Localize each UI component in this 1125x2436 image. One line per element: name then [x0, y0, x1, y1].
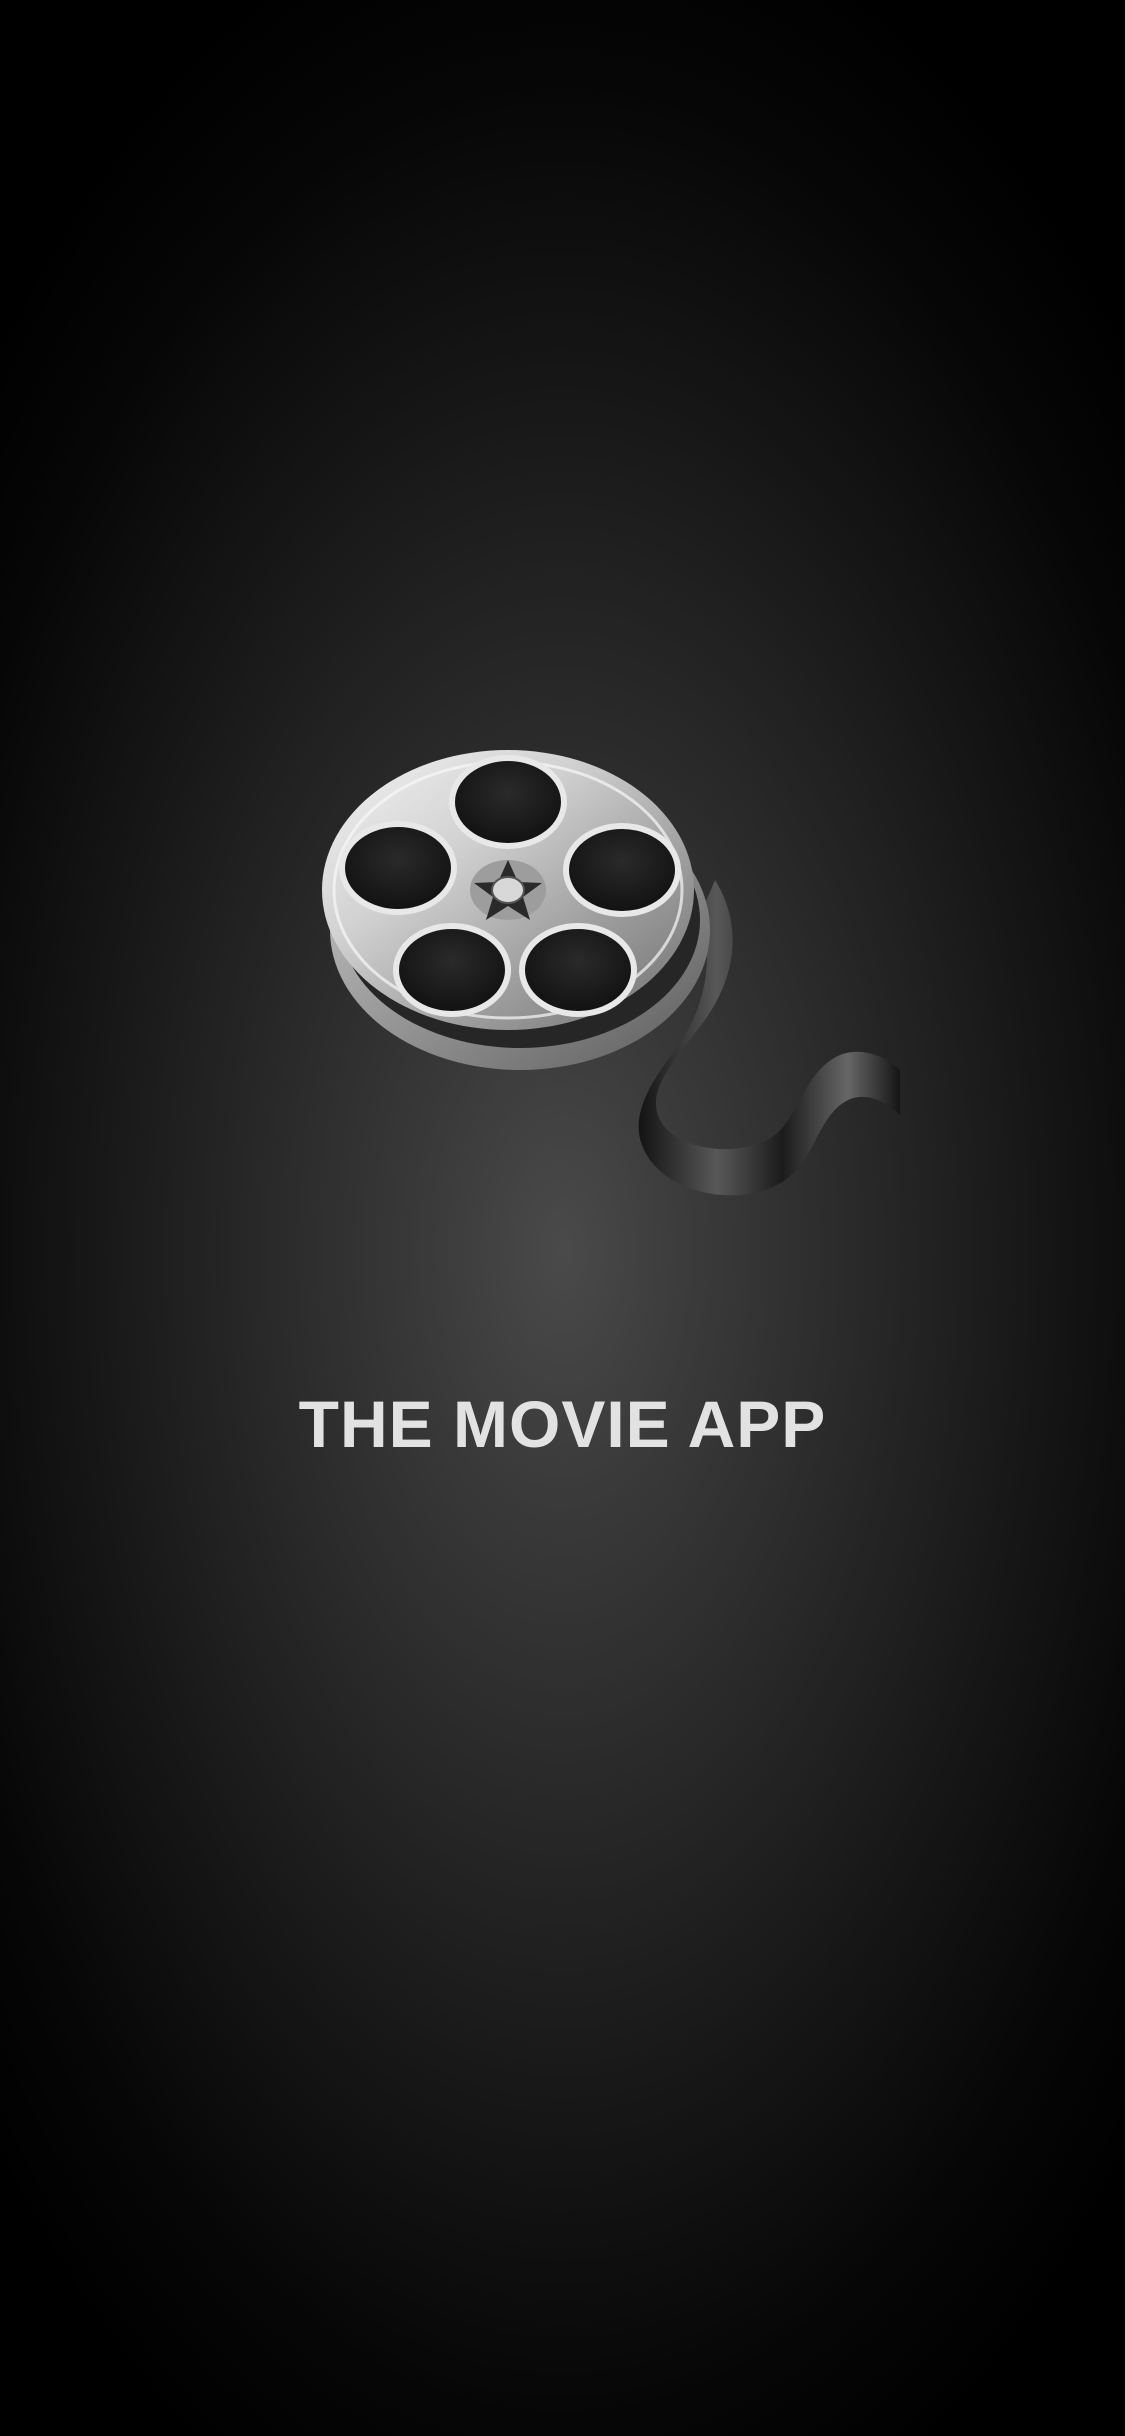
- film-reel-icon: [320, 740, 920, 1240]
- app-title: THE MOVIE APP: [298, 1387, 827, 1461]
- splash-screen: THE MOVIE APP: [0, 0, 1125, 2436]
